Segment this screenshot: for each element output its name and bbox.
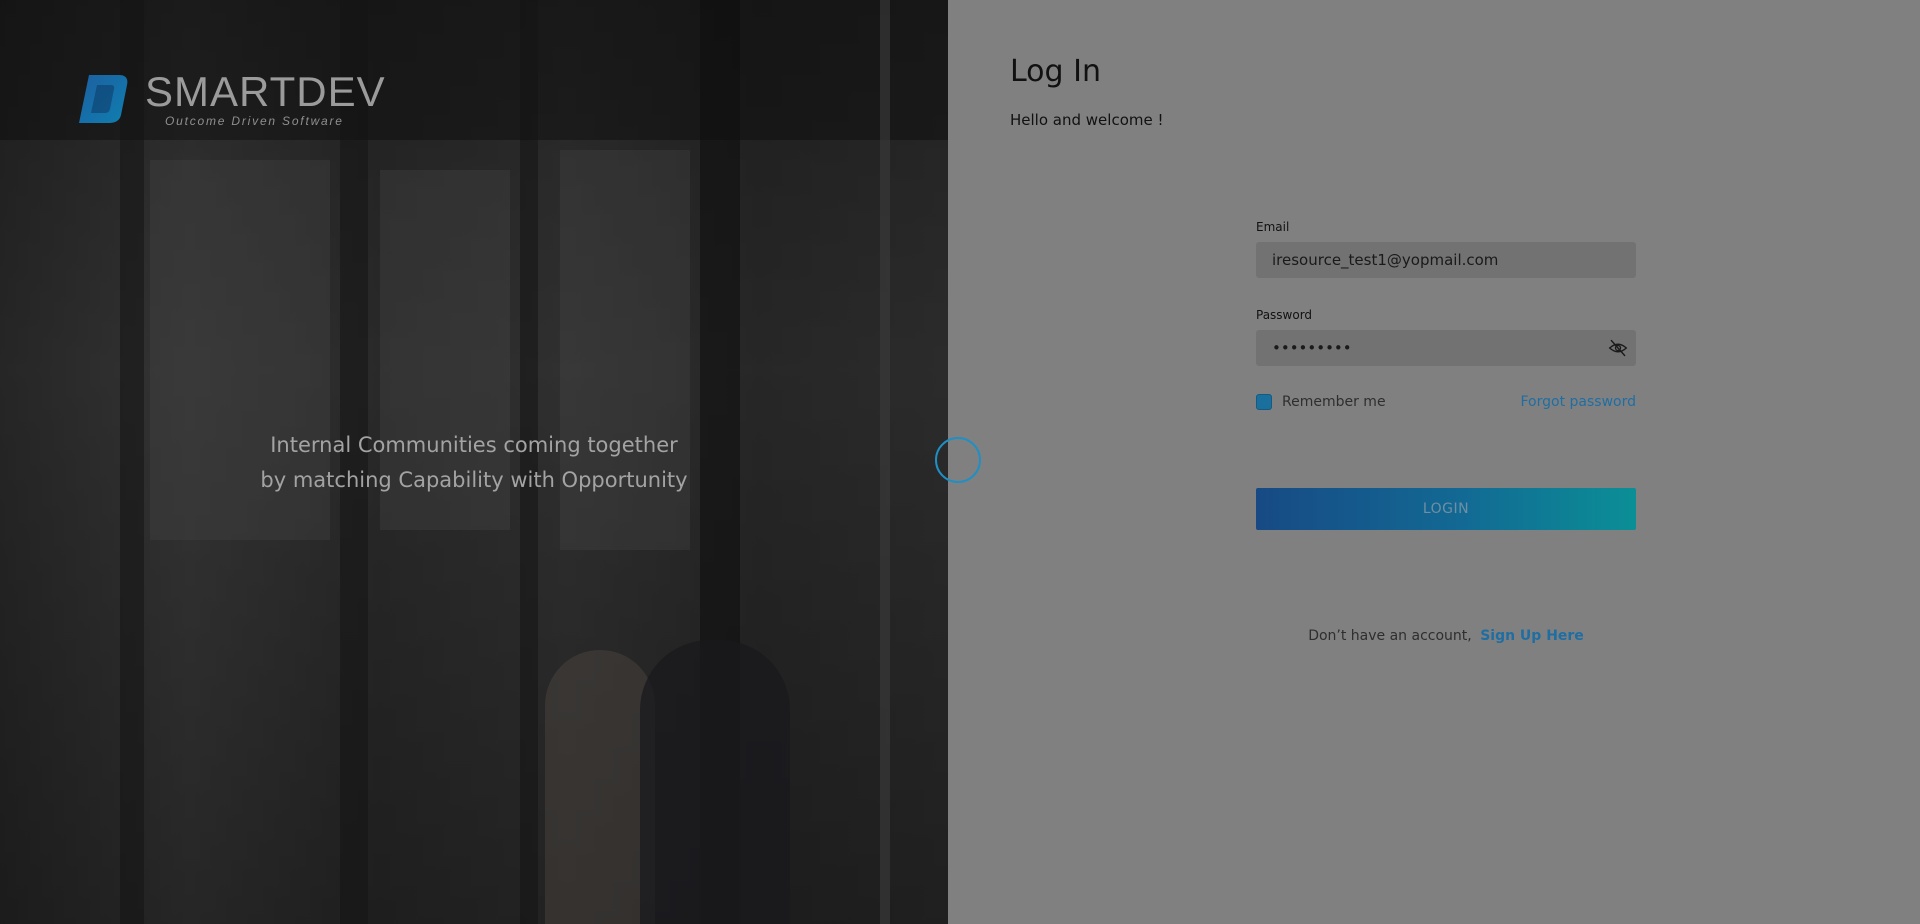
eye-slash-icon[interactable] <box>1608 338 1628 358</box>
page-title: Log In <box>1010 54 1101 89</box>
hero-tagline: Internal Communities coming together by … <box>0 428 948 498</box>
remember-me-label: Remember me <box>1282 394 1386 410</box>
email-label: Email <box>1256 220 1290 234</box>
forgot-password-link[interactable]: Forgot password <box>1521 394 1637 410</box>
hero-line-2: by matching Capability with Opportunity <box>260 468 688 492</box>
email-field[interactable]: iresource_test1@yopmail.com <box>1256 242 1636 278</box>
smartdev-logo-icon <box>79 75 128 123</box>
hero-panel: SMARTDEV Outcome Driven Software Interna… <box>0 0 948 924</box>
login-panel: Log In Hello and welcome ! Email iresour… <box>948 0 1920 924</box>
background-person <box>640 640 790 924</box>
email-value: iresource_test1@yopmail.com <box>1272 251 1499 269</box>
signup-prompt-text: Don’t have an account, <box>1308 628 1472 644</box>
login-options: Remember me Forgot password <box>1256 394 1636 410</box>
page-subtitle: Hello and welcome ! <box>1010 111 1164 129</box>
signup-prompt: Don’t have an account, Sign Up Here <box>1256 628 1636 644</box>
remember-me-checkbox[interactable] <box>1256 394 1272 410</box>
login-button[interactable]: LOGIN <box>1256 488 1636 530</box>
background-person <box>545 650 655 924</box>
brand-name: SMARTDEV <box>145 68 386 115</box>
password-label: Password <box>1256 308 1313 322</box>
brand-tagline: Outcome Driven Software <box>165 114 344 128</box>
signup-link[interactable]: Sign Up Here <box>1480 628 1584 644</box>
remember-me[interactable]: Remember me <box>1256 394 1386 410</box>
login-form: Email iresource_test1@yopmail.com Passwo… <box>1256 220 1636 530</box>
password-value: ••••••••• <box>1272 339 1352 357</box>
hero-line-1: Internal Communities coming together <box>270 433 678 457</box>
password-field[interactable]: ••••••••• <box>1256 330 1636 366</box>
brand-logo: SMARTDEV Outcome Driven Software <box>75 70 386 128</box>
loading-spinner-icon <box>935 437 981 483</box>
